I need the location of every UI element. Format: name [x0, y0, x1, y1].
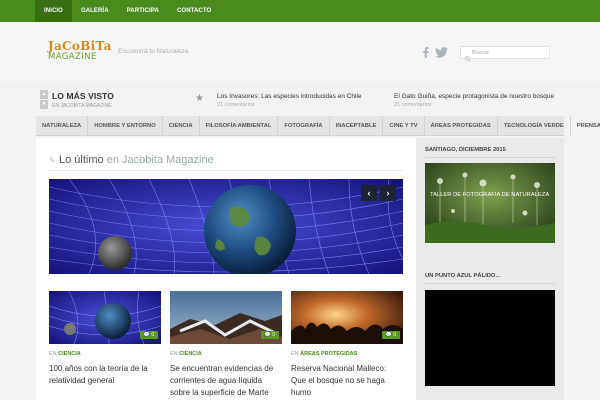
category-tecnologia-verde[interactable]: TECNOLOGÍA VERDE: [498, 116, 571, 136]
search-input[interactable]: [472, 47, 548, 58]
ticker-item-comments: 21 comentarios: [394, 102, 432, 108]
category-naturaleza[interactable]: NATURALEZA: [36, 116, 89, 136]
topnav-contacto[interactable]: CONTACTO: [168, 0, 220, 22]
most-viewed-ticker: ▲ ▼ LO MÁS VISTO EN JACOBITA MAGAZINE ★ …: [36, 86, 564, 114]
site-logo[interactable]: JaCoBiTa MAGAZINE: [48, 39, 112, 68]
ticker-arrows: ▲ ▼: [40, 90, 48, 110]
social-links: [422, 45, 448, 63]
article-thumbnail[interactable]: 💬 0: [49, 291, 161, 344]
sidebar-divider: [425, 157, 555, 158]
ticker-item-title[interactable]: El Gato Guiña, especie protagonista de n…: [394, 93, 554, 101]
comment-count-badge: 💬 0: [140, 331, 158, 339]
featured-slider[interactable]: ‹ ›: [49, 179, 403, 274]
slider-image: [49, 179, 403, 274]
category-link[interactable]: CIENCIA: [58, 351, 81, 357]
article-title[interactable]: 100 años con la teoría de la relatividad…: [49, 363, 161, 387]
ticker-item[interactable]: El Gato Guiña, especie protagonista de n…: [394, 93, 554, 109]
twitter-icon[interactable]: [435, 45, 448, 63]
most-viewed-title: LO MÁS VISTO: [52, 91, 114, 101]
main-content: ✎ Lo último en Jacobita Magazine ‹ › 💬 0…: [36, 138, 416, 400]
top-bar: INICIO GALERÍA PARTICIPA CONTACTO: [0, 0, 600, 22]
article-title[interactable]: Reserva Nacional Malleco: Que el bosque …: [291, 363, 403, 399]
site-header: JaCoBiTa MAGAZINE Encuentra tu Naturalez…: [0, 22, 600, 82]
comment-count-badge: 💬 0: [261, 331, 279, 339]
comment-count-badge: 💬 0: [382, 331, 400, 339]
slider-prev-button[interactable]: ‹: [361, 185, 377, 201]
ticker-item-comments: 21 comentarios: [217, 102, 255, 108]
category-ciencia[interactable]: CIENCIA: [163, 116, 200, 136]
sidebar-promo-image[interactable]: TALLER DE FOTOGRAFÍA DE NATURALEZA: [425, 163, 555, 243]
category-link[interactable]: ÁREAS PROTEGIDAS: [300, 351, 357, 357]
article-thumbnail[interactable]: 💬 0: [170, 291, 282, 344]
section-title-lead: Lo último: [59, 154, 104, 166]
category-hombre-y-entorno[interactable]: HOMBRE Y ENTORNO: [88, 116, 163, 136]
article-category: EN CIENCIA: [49, 351, 81, 357]
sidebar-widget-title: UN PUNTO AZUL PÁLIDO...: [425, 273, 501, 279]
video-player[interactable]: [425, 290, 555, 386]
article-category: EN ÁREAS PROTEGIDAS: [291, 351, 358, 357]
pin-icon: ✎: [49, 156, 56, 165]
topnav-inicio[interactable]: INICIO: [35, 0, 72, 22]
category-inaceptable[interactable]: INACEPTABLE: [330, 116, 384, 136]
article-title[interactable]: Se encuentran evidencias de corrientes d…: [170, 363, 282, 399]
sidebar: SANTIAGO, DICIEMBRE 2015 TALLER DE FOTOG…: [416, 138, 564, 400]
category-prensa[interactable]: PRENSA: [571, 116, 600, 136]
article-thumbnail[interactable]: 💬 0: [291, 291, 403, 344]
chevron-down-icon[interactable]: ▼: [40, 100, 48, 109]
site-tagline: Encuentra tu Naturaleza: [118, 48, 189, 55]
logo-wordmark: JaCoBiTa: [48, 39, 112, 53]
most-viewed-subtitle: EN JACOBITA MAGAZINE: [52, 103, 112, 109]
ticker-item[interactable]: Los Invasores: Las especies introducidas…: [217, 93, 412, 109]
chevron-up-icon[interactable]: ▲: [40, 90, 48, 99]
top-nav: INICIO GALERÍA PARTICIPA CONTACTO: [35, 0, 220, 22]
category-link[interactable]: CIENCIA: [179, 351, 202, 357]
star-icon: ★: [195, 93, 204, 104]
category-areas-protegidas[interactable]: ÁREAS PROTEGIDAS: [425, 116, 498, 136]
search-box: [460, 46, 550, 62]
category-fotografia[interactable]: FOTOGRAFÍA: [278, 116, 330, 136]
facebook-icon[interactable]: [422, 45, 429, 63]
slider-next-button[interactable]: ›: [380, 185, 396, 201]
section-title: ✎ Lo último en Jacobita Magazine: [49, 154, 214, 166]
section-title-accent: en Jacobita Magazine: [106, 154, 214, 166]
topnav-galeria[interactable]: GALERÍA: [72, 0, 118, 22]
promo-caption: TALLER DE FOTOGRAFÍA DE NATURALEZA: [430, 192, 550, 198]
sidebar-widget-title: SANTIAGO, DICIEMBRE 2015: [425, 147, 506, 153]
sidebar-divider: [425, 283, 555, 284]
topnav-participa[interactable]: PARTICIPA: [118, 0, 168, 22]
logo-subword: MAGAZINE: [48, 52, 97, 62]
category-nav: NATURALEZA HOMBRE Y ENTORNO CIENCIA FILO…: [36, 116, 600, 136]
category-filosofia-ambiental[interactable]: FILOSOFÍA AMBIENTAL: [200, 116, 279, 136]
article-category: EN CIENCIA: [170, 351, 202, 357]
section-divider: [49, 170, 403, 171]
article-grid: 💬 0 EN CIENCIA 100 años con la teoría de…: [49, 291, 403, 400]
ticker-item-title[interactable]: Los Invasores: Las especies introducidas…: [217, 93, 412, 101]
category-cine-y-tv[interactable]: CINE Y TV: [383, 116, 425, 136]
search-icon[interactable]: [465, 49, 471, 67]
